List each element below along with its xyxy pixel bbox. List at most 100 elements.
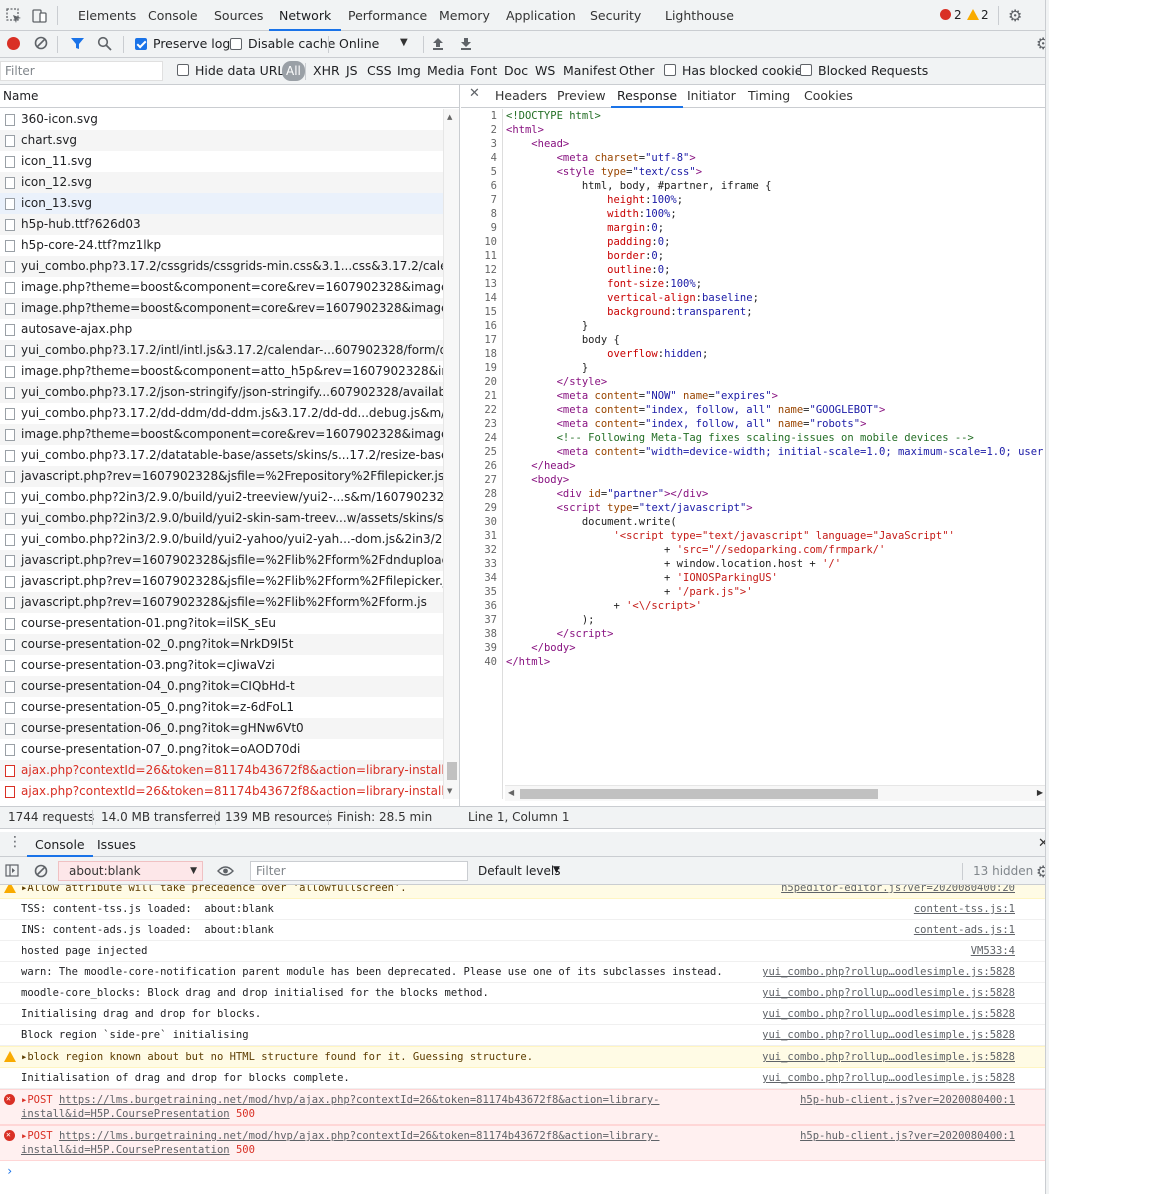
request-row[interactable]: course-presentation-04_0.png?itok=CIQbHd… bbox=[0, 676, 443, 697]
request-row[interactable]: image.php?theme=boost&component=atto_h5p… bbox=[0, 361, 443, 382]
tab-application[interactable]: Application bbox=[506, 0, 576, 31]
request-list-scrollbar[interactable]: ▲ ▼ bbox=[443, 109, 459, 799]
request-row[interactable]: javascript.php?rev=1607902328&jsfile=%2F… bbox=[0, 571, 443, 592]
request-row[interactable]: ajax.php?contextId=26&token=81174b43672f… bbox=[0, 760, 443, 781]
request-row[interactable]: yui_combo.php?2in3/2.9.0/build/yui2-yaho… bbox=[0, 529, 443, 550]
request-row[interactable]: icon_13.svg bbox=[0, 193, 443, 214]
console-source-link[interactable]: content-tss.js:1 bbox=[914, 902, 1015, 916]
console-source-link[interactable]: content-ads.js:1 bbox=[914, 923, 1015, 937]
filter-input[interactable]: Filter bbox=[0, 61, 163, 81]
search-icon[interactable] bbox=[97, 36, 112, 51]
warning-count-icon[interactable] bbox=[967, 9, 979, 20]
response-scroll-thumb[interactable] bbox=[520, 789, 878, 799]
tab-sources[interactable]: Sources bbox=[214, 0, 263, 31]
request-row[interactable]: h5p-core-24.ttf?mz1lkp bbox=[0, 235, 443, 256]
type-filter-media[interactable]: Media bbox=[427, 63, 465, 78]
javascript-context-select[interactable]: about:blank ▼ bbox=[58, 861, 203, 881]
type-filter-img[interactable]: Img bbox=[397, 63, 421, 78]
request-row[interactable]: course-presentation-03.png?itok=cJiwaVzi bbox=[0, 655, 443, 676]
scroll-left-icon[interactable]: ◀ bbox=[508, 788, 514, 797]
response-source[interactable]: <!DOCTYPE html> <html> <head> <meta char… bbox=[506, 109, 1046, 789]
tab-headers[interactable]: Headers bbox=[495, 85, 547, 108]
clear-console-icon[interactable] bbox=[34, 864, 48, 878]
type-filter-xhr[interactable]: XHR bbox=[313, 63, 340, 78]
type-filter-all[interactable]: All bbox=[282, 61, 305, 81]
name-column-header[interactable]: Name bbox=[0, 85, 459, 108]
request-row[interactable]: image.php?theme=boost&component=core&rev… bbox=[0, 298, 443, 319]
console-source-link[interactable]: yui_combo.php?rollup…oodlesimple.js:5828 bbox=[762, 986, 1015, 1000]
error-count-icon[interactable] bbox=[940, 9, 951, 20]
log-levels-select[interactable]: Default levels bbox=[478, 864, 560, 878]
request-row[interactable]: image.php?theme=boost&component=core&rev… bbox=[0, 424, 443, 445]
close-details-icon[interactable]: ✕ bbox=[469, 86, 480, 101]
request-row[interactable]: javascript.php?rev=1607902328&jsfile=%2F… bbox=[0, 550, 443, 571]
request-url-link[interactable]: https://lms.burgetraining.net/mod/hvp/aj… bbox=[21, 1094, 659, 1120]
request-row[interactable]: h5p-hub.ttf?626d03 bbox=[0, 214, 443, 235]
levels-dropdown-icon[interactable]: ▼ bbox=[553, 865, 560, 875]
scroll-down-icon[interactable]: ▼ bbox=[447, 787, 452, 795]
console-prompt[interactable]: › bbox=[6, 1161, 1045, 1178]
request-row[interactable]: javascript.php?rev=1607902328&jsfile=%2F… bbox=[0, 592, 443, 613]
inspect-element-icon[interactable] bbox=[6, 8, 22, 24]
tab-timing[interactable]: Timing bbox=[748, 85, 790, 108]
record-icon[interactable] bbox=[7, 37, 20, 50]
tab-console[interactable]: Console bbox=[148, 0, 198, 31]
request-row[interactable]: yui_combo.php?3.17.2/datatable-base/asse… bbox=[0, 445, 443, 466]
console-source-link[interactable]: yui_combo.php?rollup…oodlesimple.js:5828 bbox=[762, 1007, 1015, 1021]
request-list-scroll-thumb[interactable] bbox=[447, 762, 457, 780]
settings-gear-icon[interactable]: ⚙ bbox=[1008, 6, 1022, 25]
request-row[interactable]: course-presentation-07_0.png?itok=oAOD70… bbox=[0, 739, 443, 760]
type-filter-manifest[interactable]: Manifest bbox=[563, 63, 616, 78]
throttle-dropdown-icon[interactable]: ▼ bbox=[400, 37, 408, 48]
scroll-right-icon[interactable]: ▶ bbox=[1037, 788, 1043, 797]
console-source-link[interactable]: h5p-hub-client.js?ver=2020080400:1 bbox=[800, 1093, 1015, 1107]
tab-memory[interactable]: Memory bbox=[439, 0, 490, 31]
tab-lighthouse[interactable]: Lighthouse bbox=[665, 0, 734, 31]
disable-cache-checkbox[interactable] bbox=[230, 38, 242, 50]
preserve-log-checkbox[interactable] bbox=[135, 38, 147, 50]
request-row[interactable]: course-presentation-01.png?itok=ilSK_sEu bbox=[0, 613, 443, 634]
tab-cookies[interactable]: Cookies bbox=[804, 85, 853, 108]
error-count[interactable]: 2 bbox=[954, 8, 962, 22]
request-row[interactable]: course-presentation-02_0.png?itok=NrkD9l… bbox=[0, 634, 443, 655]
request-row[interactable]: icon_12.svg bbox=[0, 172, 443, 193]
request-row[interactable]: chart.svg bbox=[0, 130, 443, 151]
console-source-link[interactable]: VM533:4 bbox=[971, 944, 1015, 958]
tab-preview[interactable]: Preview bbox=[557, 85, 606, 108]
drawer-tab-console[interactable]: Console bbox=[27, 832, 93, 857]
console-source-link[interactable]: h5p-hub-client.js?ver=2020080400:1 bbox=[800, 1129, 1015, 1143]
request-row[interactable]: yui_combo.php?2in3/2.9.0/build/yui2-skin… bbox=[0, 508, 443, 529]
has-blocked-cookies-checkbox[interactable] bbox=[664, 64, 676, 76]
request-row[interactable]: icon_11.svg bbox=[0, 151, 443, 172]
warning-count[interactable]: 2 bbox=[981, 8, 989, 22]
drawer-tab-issues[interactable]: Issues bbox=[97, 832, 136, 857]
tab-elements[interactable]: Elements bbox=[78, 0, 136, 31]
type-filter-doc[interactable]: Doc bbox=[504, 63, 528, 78]
tab-network[interactable]: Network bbox=[269, 0, 342, 31]
console-sidebar-icon[interactable] bbox=[5, 864, 19, 877]
tab-security[interactable]: Security bbox=[590, 0, 641, 31]
request-row[interactable]: course-presentation-05_0.png?itok=z-6dFo… bbox=[0, 697, 443, 718]
console-source-link[interactable]: yui_combo.php?rollup…oodlesimple.js:5828 bbox=[762, 1028, 1015, 1042]
type-filter-css[interactable]: CSS bbox=[367, 63, 392, 78]
request-row[interactable]: yui_combo.php?3.17.2/intl/intl.js&3.17.2… bbox=[0, 340, 443, 361]
console-source-link[interactable]: yui_combo.php?rollup…oodlesimple.js:5828 bbox=[762, 1071, 1015, 1085]
console-source-link[interactable]: h5peditor-editor.js?ver=2020080400:20 bbox=[781, 885, 1015, 895]
live-expression-eye-icon[interactable] bbox=[217, 865, 234, 877]
drawer-menu-icon[interactable]: ⋮ bbox=[8, 834, 22, 850]
request-row[interactable]: 360-icon.svg bbox=[0, 109, 443, 130]
request-row[interactable]: yui_combo.php?3.17.2/json-stringify/json… bbox=[0, 382, 443, 403]
request-row[interactable]: yui_combo.php?2in3/2.9.0/build/yui2-tree… bbox=[0, 487, 443, 508]
blocked-requests-checkbox[interactable] bbox=[800, 64, 812, 76]
type-filter-ws[interactable]: WS bbox=[535, 63, 555, 78]
response-horizontal-scrollbar[interactable]: ◀ ▶ bbox=[505, 785, 1046, 801]
scroll-up-icon[interactable]: ▲ bbox=[447, 113, 452, 121]
tab-performance[interactable]: Performance bbox=[348, 0, 427, 31]
throttling-select[interactable]: Online bbox=[339, 36, 379, 51]
request-row[interactable]: ajax.php?contextId=26&token=81174b43672f… bbox=[0, 781, 443, 802]
tab-response[interactable]: Response bbox=[611, 85, 684, 108]
export-har-icon[interactable] bbox=[459, 36, 473, 51]
console-filter-input[interactable]: Filter bbox=[250, 861, 468, 881]
request-row[interactable]: course-presentation-06_0.png?itok=gHNw6V… bbox=[0, 718, 443, 739]
console-source-link[interactable]: yui_combo.php?rollup…oodlesimple.js:5828 bbox=[762, 965, 1015, 979]
